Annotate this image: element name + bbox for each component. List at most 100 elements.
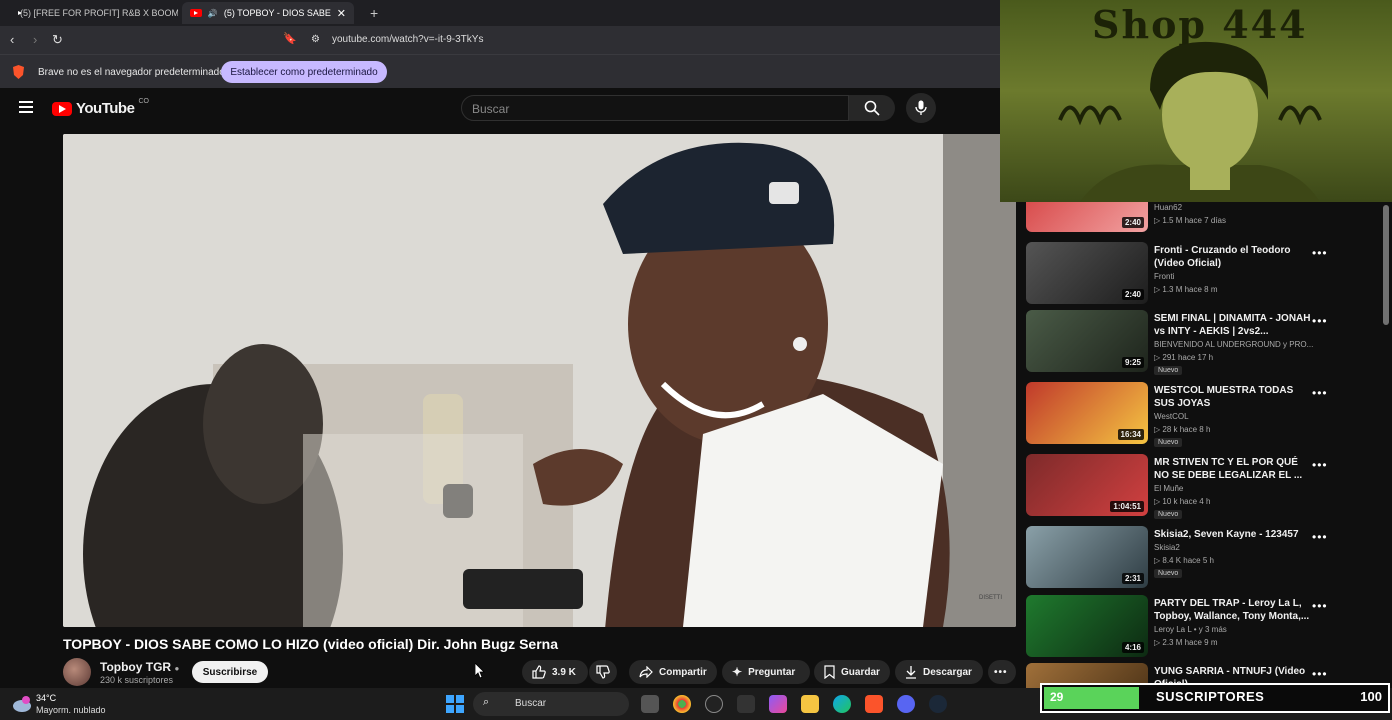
more-actions-button[interactable]: ••• [988, 660, 1016, 684]
download-icon [906, 666, 916, 679]
ask-button[interactable]: ✦ Preguntar [722, 660, 810, 684]
list-item[interactable]: 4:16 PARTY DEL TRAP - Leroy La L, Topboy… [1026, 595, 1366, 661]
video-thumbnail[interactable]: 4:16 [1026, 595, 1148, 657]
steam-like-icon[interactable] [705, 695, 723, 713]
video-meta: ▷ 8.4 K hace 5 h [1154, 556, 1214, 565]
video-title[interactable]: PARTY DEL TRAP - Leroy La L, Topboy, Wal… [1154, 597, 1314, 623]
video-thumbnail[interactable]: 2:31 [1026, 526, 1148, 588]
search-button[interactable] [849, 95, 895, 121]
tab-label: (5) TOPBOY - DIOS SABE COM [223, 8, 331, 18]
download-button[interactable]: Descargar [895, 660, 983, 684]
list-item[interactable]: 1:04:51 MR STIVEN TC Y EL POR QUÉ NO SE … [1026, 454, 1366, 520]
list-item[interactable]: 2:40 Huan62 ▷ 1.5 M hace 7 días [1026, 200, 1366, 236]
chrome-icon[interactable] [673, 695, 691, 713]
like-button[interactable]: 3.9 K [522, 660, 588, 684]
new-badge: Nuevo [1154, 510, 1183, 519]
brave-icon[interactable] [865, 695, 883, 713]
brave-lion-icon [13, 65, 24, 79]
new-badge: Nuevo [1154, 438, 1183, 447]
set-default-button[interactable]: Establecer como predeterminado [221, 61, 387, 83]
channel-name-text: Topboy TGR [100, 660, 172, 674]
video-meta: ▷ 291 hace 17 h [1154, 353, 1214, 362]
youtube-favicon-icon [190, 9, 202, 17]
more-options-icon[interactable]: ••• [1312, 599, 1328, 613]
task-view-icon[interactable] [641, 695, 659, 713]
copilot-icon[interactable] [769, 695, 787, 713]
list-item[interactable]: 9:25 SEMI FINAL | DINAMITA - JONAH vs IN… [1026, 310, 1366, 376]
address-bar: ‹ › ↻ 🔖 ⚙ youtube.com/watch?v=-it-9-3TkY… [0, 26, 1000, 54]
edge-icon[interactable] [833, 695, 851, 713]
taskbar-search[interactable]: Buscar [473, 692, 629, 716]
weather-temperature[interactable]: 34°C [36, 693, 56, 703]
scrollbar-thumb[interactable] [1383, 205, 1389, 325]
windows-start-icon[interactable] [446, 695, 464, 713]
video-duration: 16:34 [1117, 429, 1144, 440]
search-input[interactable]: Buscar [461, 95, 849, 121]
reload-icon[interactable]: ↻ [52, 32, 63, 48]
site-info-icon[interactable]: ⚙ [311, 34, 320, 45]
channel-name[interactable]: Skisia2 [1154, 543, 1180, 552]
share-button[interactable]: Compartir [629, 660, 717, 684]
video-title[interactable]: MR STIVEN TC Y EL POR QUÉ NO SE DEBE LEG… [1154, 456, 1314, 482]
list-item[interactable]: 2:40 Fronti - Cruzando el Teodoro (Video… [1026, 242, 1366, 308]
list-item[interactable]: 2:31 Skisia2, Seven Kayne - 123457 Skisi… [1026, 526, 1366, 592]
video-thumbnail[interactable]: 16:34 [1026, 382, 1148, 444]
steam-icon[interactable] [929, 695, 947, 713]
more-options-icon[interactable]: ••• [1312, 458, 1328, 472]
video-player[interactable]: DISETTI [63, 134, 1016, 627]
dislike-button[interactable] [589, 660, 617, 684]
list-item[interactable]: 16:34 WESTCOL MUESTRA TODAS SUS JOYAS We… [1026, 382, 1366, 448]
browser-tab-2[interactable]: 🔊 (5) TOPBOY - DIOS SABE COM ✕ [182, 2, 354, 24]
capcut-icon[interactable] [737, 695, 755, 713]
browser-tab-1[interactable]: (5) [FREE FOR PROFIT] R&B X BOOM [6, 2, 178, 24]
file-explorer-icon[interactable] [801, 695, 819, 713]
more-options-icon[interactable]: ••• [1312, 314, 1328, 328]
bookmark-icon[interactable]: 🔖 [283, 32, 297, 45]
forward-icon[interactable]: › [33, 32, 37, 47]
video-title: TOPBOY - DIOS SABE COMO LO HIZO (video o… [63, 636, 558, 652]
subscriber-count: 230 k suscriptores [100, 675, 174, 685]
video-frame [63, 134, 1016, 627]
discord-icon[interactable] [897, 695, 915, 713]
voice-search-button[interactable] [906, 93, 936, 123]
ask-label: Preguntar [748, 666, 796, 678]
bookmark-save-icon [824, 665, 835, 679]
new-tab-icon[interactable]: + [362, 2, 382, 24]
back-icon[interactable]: ‹ [10, 32, 14, 47]
channel-name[interactable]: El Muñe [1154, 484, 1183, 493]
weather-condition[interactable]: Mayorm. nublado [36, 705, 106, 715]
youtube-header: YouTube CO Buscar [0, 88, 1020, 128]
video-thumbnail[interactable]: 1:04:51 [1026, 454, 1148, 516]
mouse-cursor-icon [475, 663, 485, 679]
video-thumbnail[interactable]: 2:40 [1026, 200, 1148, 232]
channel-name[interactable]: Topboy TGR ● [100, 660, 179, 674]
subscribe-button[interactable]: Suscribirse [192, 661, 268, 683]
more-options-icon[interactable]: ••• [1312, 667, 1328, 681]
menu-icon[interactable] [19, 101, 33, 103]
infobar-message: Brave no es el navegador predeterminado [38, 67, 225, 78]
thumbs-down-icon [596, 665, 610, 679]
video-title[interactable]: WESTCOL MUESTRA TODAS SUS JOYAS [1154, 384, 1314, 410]
channel-name[interactable]: Fronti [1154, 272, 1174, 281]
video-title[interactable]: Fronti - Cruzando el Teodoro (Video Ofic… [1154, 244, 1314, 270]
url-field[interactable]: youtube.com/watch?v=-it-9-3TkYs [332, 34, 483, 45]
video-meta: ▷ 10 k hace 4 h [1154, 497, 1211, 506]
save-button[interactable]: Guardar [814, 660, 890, 684]
sparkle-icon: ✦ [732, 665, 743, 679]
video-title[interactable]: SEMI FINAL | DINAMITA - JONAH vs INTY - … [1154, 312, 1314, 338]
more-options-icon[interactable]: ••• [1312, 530, 1328, 544]
more-options-icon[interactable]: ••• [1312, 386, 1328, 400]
channel-name[interactable]: WestCOL [1154, 412, 1189, 421]
more-options-icon[interactable]: ••• [1312, 246, 1328, 260]
video-title[interactable]: Skisia2, Seven Kayne - 123457 [1154, 528, 1314, 541]
channel-name[interactable]: Leroy La L • y 3 más [1154, 625, 1227, 634]
verified-icon: ● [174, 664, 180, 673]
channel-avatar[interactable] [63, 658, 91, 686]
close-tab-icon[interactable]: ✕ [337, 7, 346, 20]
weather-cloud-icon[interactable] [12, 695, 32, 713]
youtube-logo[interactable]: YouTube CO [52, 98, 149, 117]
video-thumbnail[interactable]: 2:40 [1026, 242, 1148, 304]
channel-name[interactable]: Huan62 [1154, 203, 1182, 212]
channel-name[interactable]: BIENVENIDO AL UNDERGROUND y PRO... [1154, 340, 1314, 349]
video-thumbnail[interactable]: 9:25 [1026, 310, 1148, 372]
